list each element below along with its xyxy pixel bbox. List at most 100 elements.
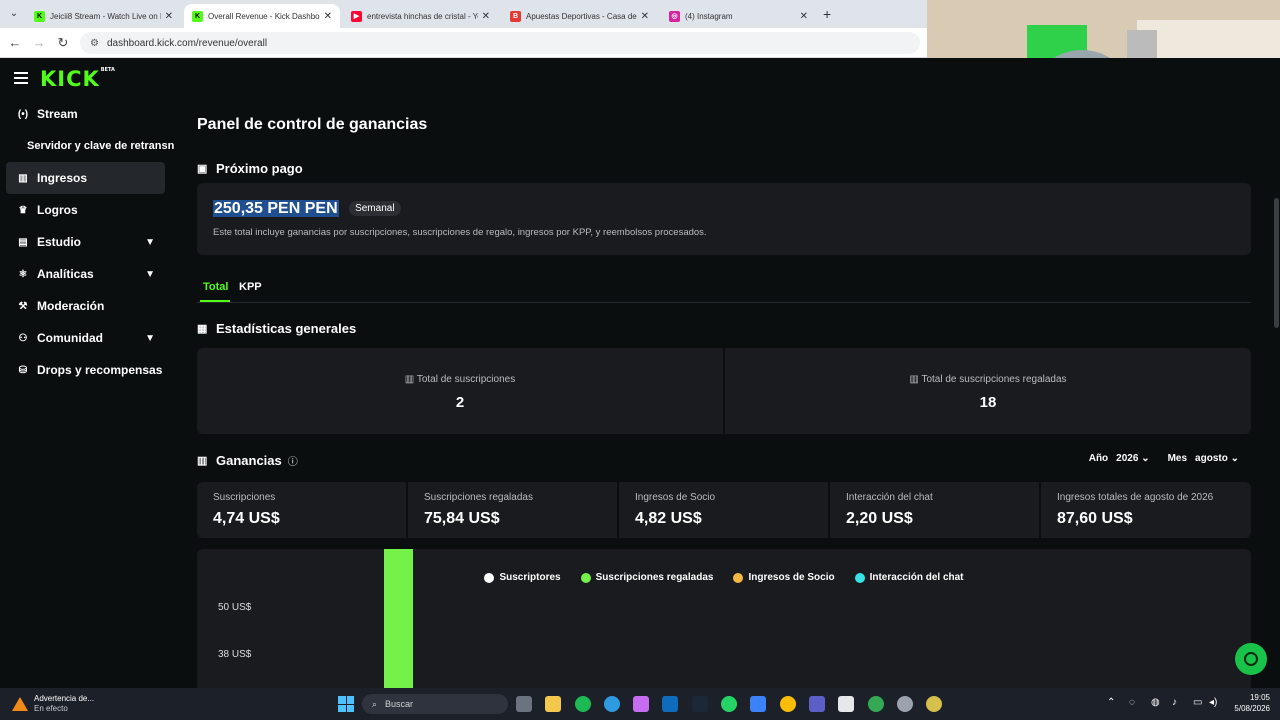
stat-card-gifted-subscriptions: ▥ Total de suscripciones regaladas 18	[725, 348, 1251, 434]
earnings-heading: ▥ Ganancias ⓘ	[197, 453, 298, 468]
close-tab-icon[interactable]: ✕	[165, 11, 173, 22]
sidebar-item-stream[interactable]: (•) Stream	[0, 98, 175, 130]
sidebar-item-logros[interactable]: ♛ Logros	[0, 194, 175, 226]
copilot-icon[interactable]	[633, 696, 649, 712]
chevron-down-icon: ⌄	[1230, 453, 1239, 464]
taskbar-search[interactable]: ⌕ Buscar	[362, 694, 508, 714]
browser-tab-active[interactable]: K Overall Revenue - Kick Dashboard ✕	[184, 4, 340, 28]
tab-total[interactable]: Total	[203, 281, 228, 293]
browser-tab[interactable]: ◎ (4) Instagram ✕	[661, 4, 816, 28]
payment-note: Este total incluye ganancias por suscrip…	[213, 227, 707, 238]
close-tab-icon[interactable]: ✕	[482, 11, 490, 22]
close-tab-icon[interactable]: ✕	[641, 11, 649, 22]
chrome-icon[interactable]	[780, 696, 796, 712]
trophy-icon: ♛	[18, 204, 28, 216]
scrollbar[interactable]	[1274, 198, 1279, 328]
revenue-tabs: Total KPP	[197, 274, 1251, 303]
headset-icon	[1244, 652, 1258, 666]
obs-icon[interactable]	[897, 696, 913, 712]
tab-kpp[interactable]: KPP	[239, 281, 262, 293]
search-icon: ⌕	[372, 698, 378, 709]
drops-icon: ⛁	[18, 364, 28, 376]
tray-app-icon[interactable]: ◌	[1129, 697, 1135, 708]
wallet-icon: ▣	[197, 163, 208, 175]
analytics-icon: ⚛	[18, 268, 28, 280]
year-select[interactable]: 2026 ⌄	[1116, 453, 1149, 464]
payment-amount: 250,35 PEN PEN	[213, 200, 339, 217]
sidebar-item-estudio[interactable]: ▤ Estudio ▼	[0, 226, 175, 258]
sidebar-item-comunidad[interactable]: ⚇ Comunidad ▼	[0, 322, 175, 354]
earnings-card-gifted: Suscripciones regaladas 75,84 US$	[408, 482, 617, 538]
chevron-down-icon: ▼	[145, 268, 155, 280]
general-stats-heading: ▦ Estadísticas generales	[197, 321, 357, 336]
month-select[interactable]: agosto ⌄	[1195, 453, 1239, 464]
back-arrow-icon[interactable]: ←	[7, 35, 23, 50]
edge-icon[interactable]	[604, 696, 620, 712]
browser-tab[interactable]: B Apuestas Deportivas - Casa de ✕	[502, 4, 657, 28]
chevron-down-icon: ▼	[145, 236, 155, 248]
info-icon[interactable]: ⓘ	[288, 453, 298, 468]
page-title: Panel de control de ganancias	[197, 116, 428, 133]
revenue-icon: ▥	[18, 172, 28, 184]
studio-icon: ▤	[18, 236, 28, 248]
chevron-down-icon: ⌄	[1141, 453, 1150, 464]
bar-chart-icon: ▥	[909, 374, 922, 385]
tray-app-icon[interactable]: ◍	[1151, 697, 1160, 708]
sidebar-item-moderacion[interactable]: ⚒ Moderación	[0, 290, 175, 322]
menu-icon[interactable]	[14, 72, 28, 87]
kick-logo[interactable]: KICKBETA	[40, 67, 115, 91]
chrome-active-icon[interactable]	[868, 696, 884, 712]
chart-bar-segment[interactable]	[384, 549, 413, 699]
close-tab-icon[interactable]: ✕	[800, 11, 808, 22]
instagram-favicon-icon: ◎	[669, 10, 680, 22]
active-tab-indicator	[200, 300, 230, 302]
site-info-icon[interactable]: ⚙	[90, 38, 99, 49]
browser-tab[interactable]: ▶ entrevista hinchas de cristal - Yo ✕	[343, 4, 498, 28]
spotify-icon[interactable]	[575, 696, 591, 712]
kick-dashboard: KICKBETA (•) Stream Servidor y clave de …	[0, 58, 1280, 699]
kick-favicon-icon: K	[34, 10, 45, 22]
earnings-card-chat: Interacción del chat 2,20 US$	[830, 482, 1039, 538]
next-payment-heading: ▣ Próximo pago	[197, 161, 303, 176]
frequency-badge: Semanal	[349, 201, 401, 216]
browser-tab[interactable]: K Jeicii8 Stream - Watch Live on K ✕	[26, 4, 181, 28]
broadcast-icon: (•)	[17, 108, 29, 120]
steam-icon[interactable]	[692, 696, 708, 712]
earnings-card-subscriptions: Suscripciones 4,74 US$	[197, 482, 406, 538]
youtube-favicon-icon: ▶	[351, 10, 362, 22]
windows-start-icon[interactable]	[338, 696, 354, 712]
volume-icon[interactable]: ◂)	[1209, 697, 1217, 708]
clock[interactable]: 19:05 5/08/2026	[1234, 692, 1270, 714]
new-tab-icon[interactable]: +	[823, 6, 831, 22]
address-bar[interactable]: ⚙ dashboard.kick.com/revenue/overall	[80, 32, 920, 54]
sidebar-item-analiticas[interactable]: ⚛ Analíticas ▼	[0, 258, 175, 290]
sidebar-item-stream-key[interactable]: Servidor y clave de retransn	[0, 130, 175, 162]
network-icon[interactable]: ▭	[1193, 697, 1202, 708]
teams-icon[interactable]	[809, 696, 825, 712]
app-icon[interactable]	[926, 696, 942, 712]
sidebar-item-drops[interactable]: ⛁ Drops y recompensas	[0, 354, 175, 386]
chevron-down-icon: ▼	[145, 332, 155, 344]
notepad-icon[interactable]	[838, 696, 854, 712]
windows-taskbar: Advertencia de... En efecto ⌕ Buscar ⌃ ◌…	[0, 688, 1280, 720]
sidebar-item-ingresos[interactable]: ▥ Ingresos	[6, 162, 165, 194]
sidebar: (•) Stream Servidor y clave de retransn …	[0, 98, 175, 386]
tray-expand-icon[interactable]: ⌃	[1107, 697, 1115, 708]
file-explorer-icon[interactable]	[545, 696, 561, 712]
forward-arrow-icon[interactable]: →	[31, 35, 47, 50]
weather-warning[interactable]: Advertencia de... En efecto	[12, 694, 94, 714]
tab-search-icon[interactable]: ⌄	[6, 6, 22, 22]
chart-bars	[384, 549, 413, 699]
microphone-icon[interactable]: ♪	[1172, 697, 1177, 708]
outlook-icon[interactable]	[662, 696, 678, 712]
earnings-filters: Año 2026 ⌄ Mes agosto ⌄	[1088, 453, 1239, 464]
whatsapp-icon[interactable]	[721, 696, 737, 712]
earnings-card-partner: Ingresos de Socio 4,82 US$	[619, 482, 828, 538]
community-icon: ⚇	[18, 332, 28, 344]
task-view-icon[interactable]	[516, 696, 532, 712]
help-chat-button[interactable]	[1235, 643, 1267, 675]
close-tab-icon[interactable]: ✕	[324, 11, 332, 22]
store-icon[interactable]	[750, 696, 766, 712]
reload-icon[interactable]: ↻	[55, 35, 71, 51]
earnings-chart: Suscriptores Suscripciones regaladas Ing…	[197, 549, 1251, 699]
